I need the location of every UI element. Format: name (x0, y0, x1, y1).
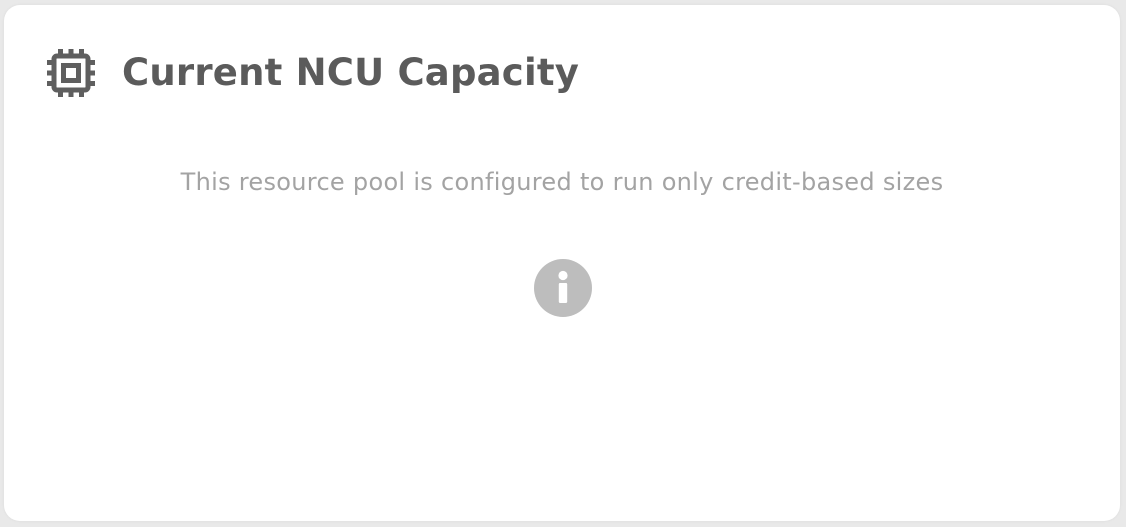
ncu-capacity-card: Current NCU Capacity This resource pool … (4, 5, 1120, 521)
status-message: This resource pool is configured to run … (180, 168, 944, 196)
card-title: Current NCU Capacity (122, 51, 580, 94)
card-header: Current NCU Capacity (44, 45, 579, 101)
info-icon (533, 258, 593, 318)
cpu-chip-icon (44, 46, 98, 100)
